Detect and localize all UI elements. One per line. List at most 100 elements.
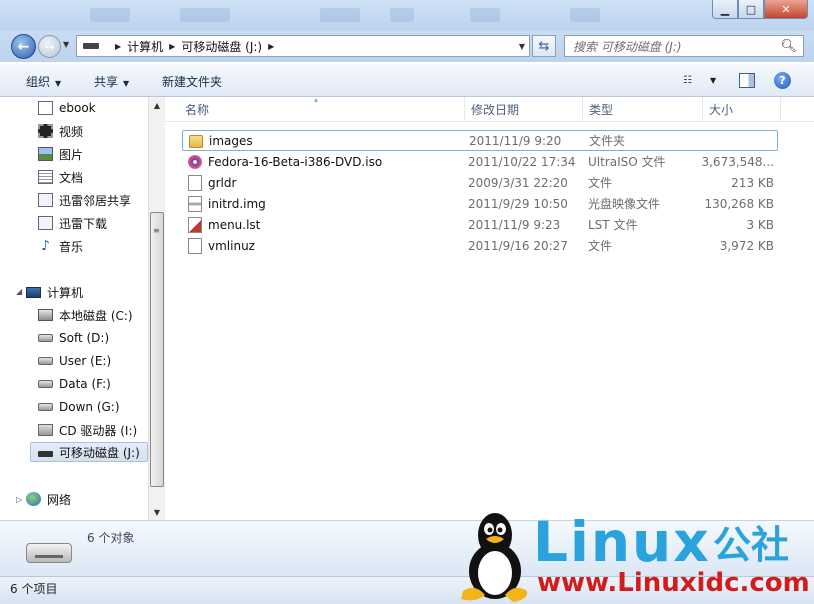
breadcrumb-removable-disk[interactable]: 可移动磁盘 (J:)	[181, 38, 262, 55]
file-icon	[188, 174, 202, 191]
lst-file-icon	[188, 216, 202, 233]
chevron-right-icon[interactable]: ▶	[268, 42, 274, 51]
nav-item-music[interactable]: ♪ 音乐	[38, 236, 83, 256]
maximize-button[interactable]: □	[738, 0, 764, 19]
preview-pane-icon[interactable]	[739, 73, 755, 88]
organize-label: 组织	[26, 75, 51, 89]
close-icon: ✕	[781, 2, 791, 16]
search-input[interactable]: 搜索 可移动磁盘 (J:) 🔍︎	[564, 35, 804, 57]
file-name-cell: menu.lst	[188, 216, 260, 233]
arrow-left-icon: ←	[17, 38, 30, 55]
file-row-initrd[interactable]: initrd.img 2011/9/29 10:50 光盘映像文件 130,26…	[182, 193, 778, 214]
column-header-type[interactable]: 类型	[583, 97, 703, 122]
scroll-up-icon[interactable]: ▲	[149, 97, 165, 113]
file-row-menu-lst[interactable]: menu.lst 2011/11/9 9:23 LST 文件 3 KB	[182, 214, 778, 235]
column-label: 大小	[709, 103, 734, 117]
hard-drive-icon	[38, 357, 53, 365]
nav-item-drive-g[interactable]: Down (G:)	[38, 397, 120, 417]
nav-item-drive-j[interactable]: 可移动磁盘 (J:)	[30, 442, 148, 462]
nav-item-computer[interactable]: 计算机	[26, 282, 83, 302]
collapse-icon[interactable]: ◢	[16, 287, 22, 296]
chevron-right-icon[interactable]: ▶	[115, 42, 121, 51]
usb-drive-icon	[83, 43, 99, 49]
forward-button[interactable]: →	[38, 35, 61, 58]
new-folder-button[interactable]: 新建文件夹	[162, 73, 222, 90]
nav-item-pictures[interactable]: 图片	[38, 144, 83, 164]
file-row-fedora-iso[interactable]: Fedora-16-Beta-i386-DVD.iso 2011/10/22 1…	[182, 151, 778, 172]
chevron-down-icon[interactable]: ▼	[710, 76, 716, 85]
share-button[interactable]: 共享 ▼	[94, 73, 129, 90]
refresh-button[interactable]: ⇆	[532, 35, 556, 57]
system-drive-icon	[38, 309, 53, 321]
nav-item-documents[interactable]: 文档	[38, 167, 83, 187]
nav-item-label: 视频	[59, 124, 84, 139]
hard-drive-icon	[38, 334, 53, 342]
file-type: 文件	[588, 176, 613, 190]
minimize-icon: ▁	[720, 2, 730, 16]
nav-item-thunder-share[interactable]: 迅雷邻居共享	[38, 190, 131, 210]
breadcrumb-computer[interactable]: 计算机	[127, 38, 163, 55]
nav-item-videos[interactable]: 视频	[38, 121, 83, 141]
nav-item-label: Down (G:)	[59, 400, 120, 414]
file-row-images[interactable]: images 2011/11/9 9:20 文件夹	[182, 130, 778, 151]
file-name-cell: images	[189, 133, 253, 148]
file-row-grldr[interactable]: grldr 2009/3/31 22:20 文件 213 KB	[182, 172, 778, 193]
chevron-down-icon[interactable]: ▼	[519, 42, 525, 51]
watermark-brand: Linux	[533, 510, 711, 574]
title-bar: ▁ □ ✕	[0, 0, 814, 30]
column-label: 名称	[185, 103, 210, 117]
navigation-scrollbar[interactable]: ▲ ≡ ▼	[148, 97, 165, 520]
expand-icon[interactable]: ▷	[16, 495, 22, 504]
file-date: 2011/11/9 9:23	[468, 217, 561, 232]
file-name: vmlinuz	[208, 238, 255, 253]
close-button[interactable]: ✕	[764, 0, 808, 19]
nav-item-drive-f[interactable]: Data (F:)	[38, 374, 111, 394]
organize-button[interactable]: 组织 ▼	[26, 73, 61, 90]
nav-item-drive-i[interactable]: CD 驱动器 (I:)	[38, 420, 137, 440]
back-button[interactable]: ←	[11, 34, 36, 59]
search-icon[interactable]: 🔍︎	[780, 39, 797, 54]
file-date: 2011/9/16 20:27	[468, 238, 568, 253]
address-bar[interactable]: ▶ 计算机 ▶ 可移动磁盘 (J:) ▶ ▼	[76, 35, 530, 57]
file-name: grldr	[208, 175, 237, 190]
file-name-cell: grldr	[188, 174, 237, 191]
minimize-button[interactable]: ▁	[712, 0, 738, 19]
arrow-right-icon: →	[44, 39, 55, 54]
background-windows-blur	[70, 2, 710, 28]
nav-item-label: 音乐	[59, 239, 84, 254]
nav-item-drive-c[interactable]: 本地磁盘 (C:)	[38, 305, 133, 325]
nav-item-network[interactable]: 网络	[26, 489, 71, 509]
column-header-size[interactable]: 大小	[703, 97, 781, 122]
nav-item-label: Data (F:)	[59, 377, 111, 391]
file-type: LST 文件	[588, 218, 638, 232]
nav-item-ebook[interactable]: ebook	[38, 98, 96, 118]
picture-icon	[38, 147, 53, 161]
nav-item-label: Soft (D:)	[59, 331, 110, 345]
new-folder-label: 新建文件夹	[162, 75, 223, 89]
help-icon[interactable]: ?	[774, 72, 791, 89]
nav-item-drive-e[interactable]: User (E:)	[38, 351, 111, 371]
column-header-date[interactable]: 修改日期	[465, 97, 583, 122]
thunder-download-icon	[38, 216, 53, 230]
file-size: 3,673,548...	[701, 154, 774, 169]
nav-item-thunder-download[interactable]: 迅雷下载	[38, 213, 107, 233]
chevron-right-icon[interactable]: ▶	[169, 42, 175, 51]
nav-item-label: CD 驱动器 (I:)	[59, 423, 138, 438]
network-icon	[26, 492, 41, 506]
search-placeholder: 搜索 可移动磁盘 (J:)	[573, 39, 682, 54]
file-list: ▴ 名称 修改日期 类型 大小 images 2011/11/9 9:20 文件…	[165, 95, 814, 520]
file-name-cell: initrd.img	[188, 195, 266, 212]
column-headers: ▴ 名称 修改日期 类型 大小	[165, 95, 814, 122]
iso-file-icon	[188, 154, 202, 169]
file-date: 2009/3/31 22:20	[468, 175, 568, 190]
video-icon	[38, 124, 53, 138]
column-header-name[interactable]: 名称	[179, 97, 465, 122]
file-name: Fedora-16-Beta-i386-DVD.iso	[208, 154, 383, 169]
scrollbar-thumb[interactable]	[150, 212, 164, 487]
recent-pages-dropdown[interactable]: ▼	[63, 40, 69, 49]
nav-item-drive-d[interactable]: Soft (D:)	[38, 328, 109, 348]
music-icon: ♪	[41, 238, 50, 254]
scroll-down-icon[interactable]: ▼	[149, 504, 165, 520]
file-row-vmlinuz[interactable]: vmlinuz 2011/9/16 20:27 文件 3,972 KB	[182, 235, 778, 256]
view-options-icon[interactable]: ☷	[683, 75, 698, 87]
